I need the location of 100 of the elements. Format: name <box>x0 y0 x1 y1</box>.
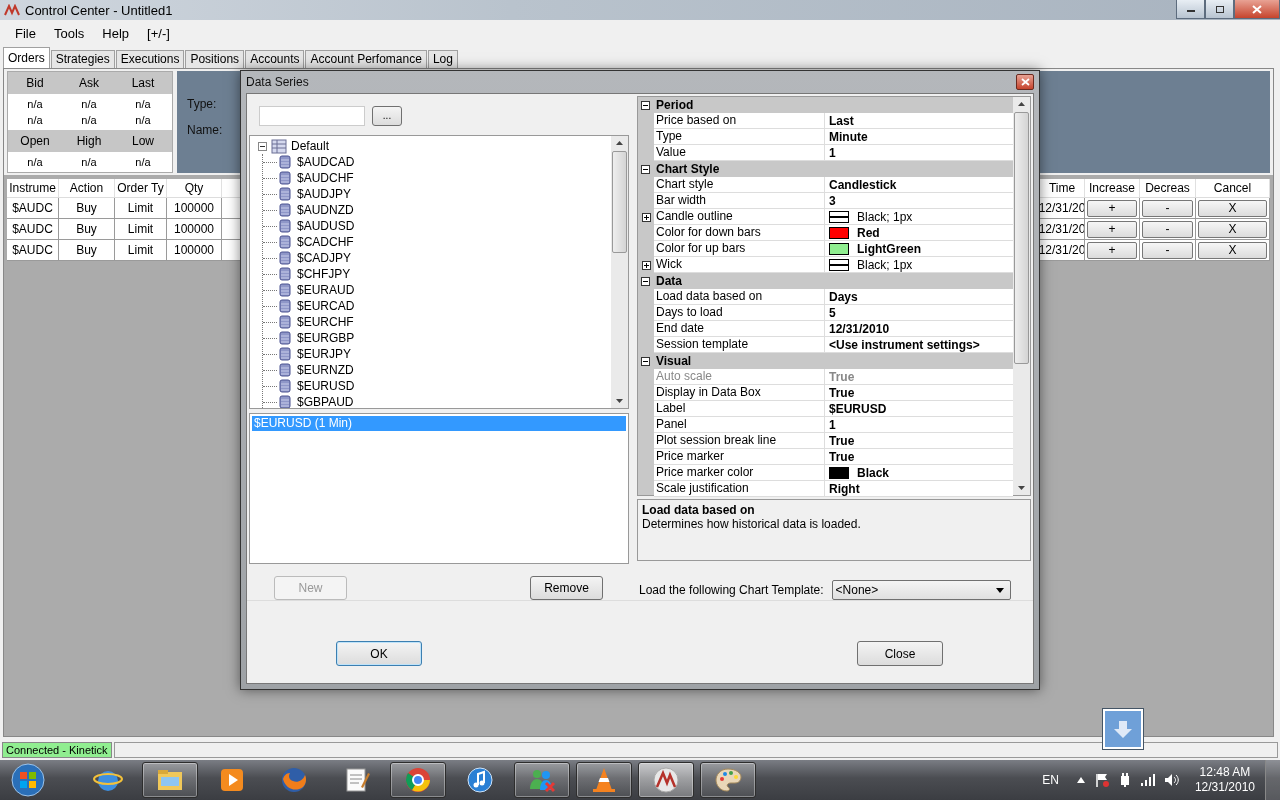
tree-item[interactable]: $AUDUSD <box>297 219 355 234</box>
collapse-icon[interactable] <box>641 356 650 366</box>
taskbar-button[interactable] <box>638 762 694 798</box>
menu-item[interactable]: Tools <box>44 25 94 41</box>
minimize-button[interactable] <box>1176 0 1205 19</box>
close-button[interactable] <box>1016 74 1034 90</box>
tree-item[interactable]: $CADCHF <box>297 235 354 250</box>
menu-item[interactable]: File <box>6 25 45 41</box>
property-name[interactable]: Bar width <box>654 193 825 209</box>
property-value[interactable]: Minute <box>829 129 868 144</box>
tab[interactable]: Account Perfomance <box>305 50 427 68</box>
tree-item[interactable]: $AUDCHF <box>297 171 354 186</box>
property-name[interactable]: Wick <box>654 257 825 273</box>
flag-icon[interactable] <box>1094 773 1109 787</box>
category-header[interactable]: Chart Style <box>656 162 720 176</box>
template-dropdown[interactable]: <None> <box>831 580 1011 600</box>
menu-item[interactable]: Help <box>93 25 139 41</box>
property-name[interactable]: Chart style <box>654 177 825 193</box>
tree-item[interactable]: $GBPAUD <box>297 395 354 409</box>
clock[interactable]: 12:48 AM 12/31/2010 <box>1194 765 1255 795</box>
tree-item[interactable]: $EURJPY <box>297 347 352 362</box>
collapse-icon[interactable] <box>641 100 650 110</box>
property-name[interactable]: Load data based on <box>654 289 825 305</box>
floating-button[interactable] <box>1103 709 1143 749</box>
property-value[interactable]: True <box>829 385 855 400</box>
property-value[interactable]: Last <box>829 113 854 128</box>
property-name[interactable]: Scale justification <box>654 481 825 497</box>
taskbar-button[interactable] <box>142 762 198 798</box>
property-value[interactable]: Days <box>829 289 858 304</box>
property-name[interactable]: Price marker <box>654 449 825 465</box>
speaker-icon[interactable] <box>1164 774 1179 786</box>
property-name[interactable]: Display in Data Box <box>654 385 825 401</box>
property-value[interactable]: True <box>829 449 855 464</box>
property-name[interactable]: Session template <box>654 337 825 353</box>
tab[interactable]: Strategies <box>50 50 115 68</box>
scroll-down-icon[interactable] <box>1018 486 1025 490</box>
scroll-up-icon[interactable] <box>1018 102 1025 106</box>
property-name[interactable]: Price based on <box>654 113 825 129</box>
property-name[interactable]: Color for down bars <box>654 225 825 241</box>
browse-button[interactable]: ... <box>372 105 402 126</box>
property-name[interactable]: Candle outline <box>654 209 825 225</box>
property-value[interactable]: 1 <box>829 145 836 160</box>
tree-item[interactable]: $AUDNZD <box>297 203 354 218</box>
property-value[interactable]: 1 <box>829 417 836 432</box>
tree-item[interactable]: $CADJPY <box>297 251 352 266</box>
show-hidden-icon[interactable] <box>1076 777 1085 783</box>
grid-button[interactable]: - <box>1142 241 1193 259</box>
property-value[interactable]: 5 <box>829 305 836 320</box>
remove-button[interactable]: Remove <box>530 576 603 600</box>
property-value[interactable]: Red <box>857 225 880 240</box>
collapse-icon[interactable] <box>641 276 650 286</box>
dialog-button[interactable]: Close <box>857 641 943 666</box>
grid-button[interactable]: X <box>1198 199 1267 217</box>
category-header[interactable]: Visual <box>656 354 692 368</box>
property-name[interactable]: Type <box>654 129 825 145</box>
grid-button[interactable]: + <box>1087 220 1137 238</box>
property-name[interactable]: Price marker color <box>654 465 825 481</box>
tree-item[interactable]: $AUDJPY <box>297 187 352 202</box>
grid-button[interactable]: - <box>1142 199 1193 217</box>
tab[interactable]: Accounts <box>245 50 305 68</box>
tree-item[interactable]: $EURGBP <box>297 331 355 346</box>
scroll-down-icon[interactable] <box>616 399 623 404</box>
tree-item[interactable]: $CHFJPY <box>297 267 351 282</box>
property-value[interactable]: Right <box>829 481 860 496</box>
property-name[interactable]: Color for up bars <box>654 241 825 257</box>
property-name[interactable]: Days to load <box>654 305 825 321</box>
scroll-up-icon[interactable] <box>616 141 623 146</box>
tree-item[interactable]: Default <box>291 139 330 154</box>
menu-item[interactable]: [+/-] <box>138 25 179 41</box>
taskbar-button[interactable] <box>390 762 446 798</box>
tab[interactable]: Positions <box>185 50 245 68</box>
taskbar-button[interactable] <box>514 762 570 798</box>
grid-button[interactable]: + <box>1087 241 1137 259</box>
tree-item[interactable]: $EURCAD <box>297 299 355 314</box>
property-name[interactable]: Plot session break line <box>654 433 825 449</box>
grid-button[interactable]: X <box>1198 220 1267 238</box>
property-name[interactable]: Value <box>654 145 825 161</box>
tree-item[interactable]: $EURNZD <box>297 363 354 378</box>
tab[interactable]: Executions <box>115 50 185 68</box>
property-name[interactable]: End date <box>654 321 825 337</box>
grid-button[interactable]: + <box>1087 199 1137 217</box>
scrollbar[interactable] <box>1013 97 1030 495</box>
property-value[interactable]: True <box>829 433 855 448</box>
tree-item[interactable]: $EURCHF <box>297 315 354 330</box>
collapse-icon[interactable] <box>641 164 650 174</box>
taskbar-button[interactable] <box>576 762 632 798</box>
signal-icon[interactable] <box>1140 774 1155 786</box>
dialog-button[interactable]: OK <box>336 641 422 666</box>
collapse-icon[interactable] <box>258 141 267 151</box>
property-name[interactable]: Panel <box>654 417 825 433</box>
scrollbar[interactable] <box>611 136 628 409</box>
taskbar-button[interactable] <box>700 762 756 798</box>
tab[interactable]: Log <box>427 50 458 68</box>
tab[interactable]: Orders <box>3 47 50 68</box>
category-header[interactable]: Period <box>656 98 694 112</box>
tree-item[interactable]: $EURUSD <box>297 379 355 394</box>
property-value[interactable]: Black <box>857 465 890 480</box>
property-name[interactable]: Label <box>654 401 825 417</box>
grid-button[interactable]: - <box>1142 220 1193 238</box>
maximize-button[interactable] <box>1205 0 1234 19</box>
